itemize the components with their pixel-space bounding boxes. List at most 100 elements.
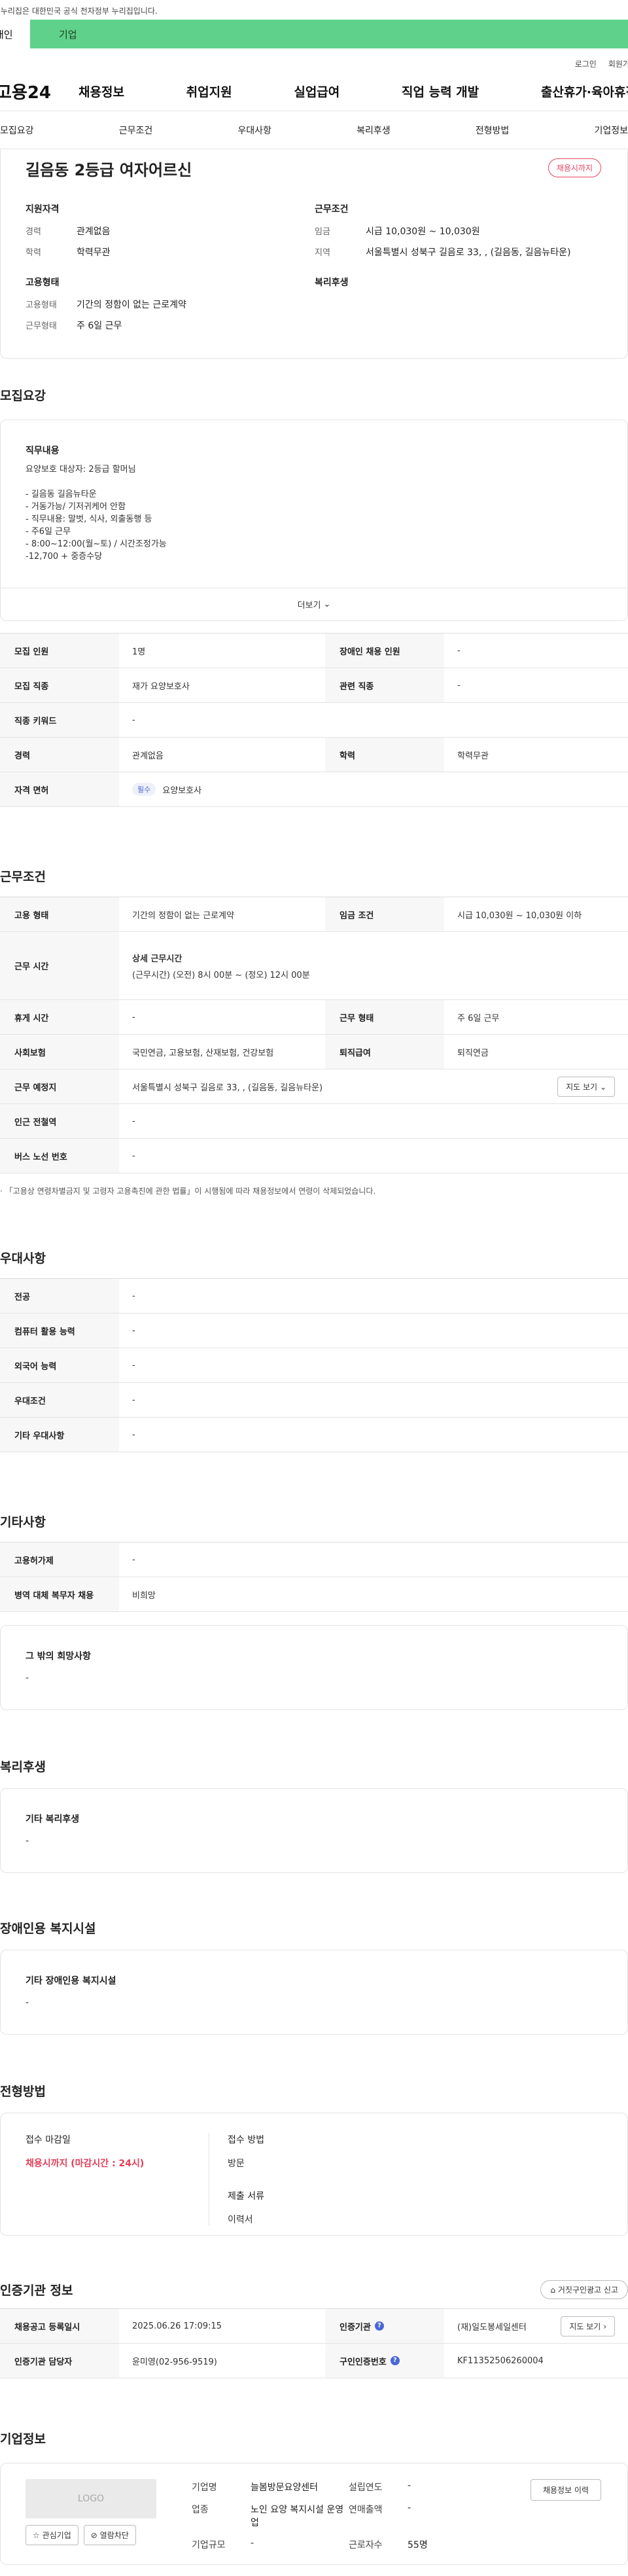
company-key: 기업명 [192, 2482, 217, 2493]
deadline-col: 접수 마감일 채용시까지 (마감시간 : 24시) [26, 2133, 209, 2226]
company-value: - [408, 2503, 411, 2513]
table-cell: 윤미영(02-956-9519) [132, 2357, 217, 2367]
table-row: 우대조건 - [0, 1383, 628, 1418]
login-link[interactable]: 로그인 [575, 58, 597, 69]
subnav-recruit[interactable]: 모집요강 [0, 124, 34, 137]
table-row: 전공 - [0, 1279, 628, 1314]
table-row: 직종 키워드 - [0, 703, 628, 738]
favorite-company-button[interactable]: ☆ 관심기업 [26, 2525, 78, 2545]
map-button[interactable]: 지도 보기 ⌄ [557, 1076, 615, 1097]
table-header-cell: 근무 예정지 [0, 1069, 119, 1103]
summary-left: 지원자격 경력 관계없음 학력 학력무관 고용형태 고용형태 기간의 정함이 없는 근… [26, 202, 315, 349]
agency-map-button[interactable]: 지도 보기 › [561, 2316, 615, 2336]
table-row: 버스 노선 번호 - [0, 1139, 628, 1173]
table-header-cell: 사회보험 [0, 1035, 119, 1069]
block-company-button[interactable]: ⊘ 열람차단 [83, 2525, 136, 2545]
summary-row: 학력 학력무관 [26, 245, 315, 259]
info-icon[interactable]: ? [374, 2321, 384, 2331]
chevron-down-icon: ⌄ [599, 1082, 606, 1092]
table-header-cell: 인근 전철역 [0, 1104, 119, 1138]
hours-value: (근무시간) (오전) 8시 00분 ~ (정오) 12시 00분 [132, 970, 310, 980]
table-row: 외국어 능력 - [0, 1348, 628, 1383]
facility-box-head: 기타 장애인용 복지시설 [26, 1976, 116, 1986]
subnav-conditions[interactable]: 근무조건 [119, 124, 153, 137]
agency-table: 채용공고 등록일시 2025.06.26 17:09:15 인증기관? (재)일… [0, 2308, 628, 2378]
deadline-head: 접수 마감일 [26, 2135, 71, 2145]
wish-box: 그 밖의 희망사항 - [0, 1625, 628, 1710]
license-value: 요양보호사 [162, 785, 202, 796]
job-line: - 직무내용: 말벗, 식사, 외출동행 등 [26, 514, 152, 524]
job-title: 길음동 2등급 여자어르신 [26, 161, 192, 179]
summary-key: 고용형태 [26, 300, 57, 310]
num-label: 구인인증번호 [340, 2357, 387, 2367]
gnb-item-jobs[interactable]: 채용정보 [78, 82, 124, 100]
table-header-cell: 퇴직급여 [325, 1035, 444, 1069]
summary-row: 지역 서울특별시 성북구 길음로 33, , (길음동, 길음뉴타운) [315, 245, 604, 259]
qualification-block: 지원자격 경력 관계없음 학력 학력무관 [26, 202, 315, 259]
table-cell: 재가 요양보호사 [132, 681, 190, 692]
table-cell: 2025.06.26 17:09:15 [132, 2321, 222, 2331]
gov-banner-text: 이 누리집은 대한민국 공식 전자정부 누리집입니다. [0, 7, 158, 16]
cell-value: 시급 10,030원 ~ 10,030원 이하 [457, 910, 582, 921]
qualification-head: 지원자격 [26, 204, 60, 215]
summary-key: 지역 [315, 248, 330, 258]
job-line: - 8:00~12:00(월~토) / 시간조정가능 [26, 539, 167, 549]
table-header-cell: 기타 우대사항 [0, 1418, 119, 1452]
job-history-button[interactable]: 채용정보 이력 [530, 2479, 601, 2501]
gnb-item-unemployment[interactable]: 실업급여 [294, 82, 340, 100]
site-logo[interactable]: 고용24 [0, 79, 78, 103]
table-cell: KF11352506260004 [444, 2344, 628, 2378]
info-icon[interactable]: ? [390, 2356, 400, 2365]
tab-company[interactable]: 기업 [30, 20, 628, 48]
method-value: 방문 [228, 2158, 245, 2169]
report-button[interactable]: ⌂ 거짓구인광고 신고 [540, 2280, 628, 2299]
subnav-welfare[interactable]: 복리후생 [357, 124, 391, 137]
table-header-cell: 경력 [0, 738, 119, 772]
job-history-label: 채용정보 이력 [542, 2486, 589, 2495]
table-row: 인근 전철역 - [0, 1104, 628, 1139]
preference-table: 전공 - 컴퓨터 활용 능력 - 외국어 능력 - 우대조건 - 기타 우대사항 - [0, 1278, 628, 1452]
job-line [26, 476, 602, 488]
table-header-cell: 학력 [325, 738, 444, 772]
docs-value: 이력서 [228, 2215, 253, 2225]
wish-head: 그 밖의 희망사항 [26, 1651, 91, 1662]
welfare-head: 복리후생 [315, 277, 349, 288]
tab-person[interactable]: 개인 [0, 20, 30, 48]
company-key: 기업규모 [192, 2540, 226, 2550]
conditions-block: 근무조건 임금 시급 10,030원 ~ 10,030원 지역 서울특별시 성북구 … [315, 202, 604, 259]
selection-title: 전형방법 [0, 2084, 46, 2099]
subnav-company[interactable]: 기업정보 [594, 124, 628, 137]
cell-value: 퇴직연금 [457, 1048, 489, 1058]
table-header-cell: 자격 면허 [0, 772, 119, 806]
table-cell: 시급 10,030원 ~ 10,030원 이하 [444, 897, 628, 931]
job-content-lines: 요양보호 대상자: 2등급 할머님 - 길음동 길음뉴타운 - 거동가능/ 기저… [26, 463, 602, 563]
job-content-box: 직무내용 요양보호 대상자: 2등급 할머님 - 길음동 길음뉴타운 - 거동가… [0, 420, 628, 621]
deadline-value: 채용시까지 (마감시간 : 24시) [26, 2158, 145, 2169]
selection-columns: 접수 마감일 채용시까지 (마감시간 : 24시) 접수 방법 방문 제출 서류… [26, 2133, 602, 2226]
star-icon: ☆ [33, 2531, 40, 2540]
table-header-cell: 고용허가제 [0, 1543, 119, 1577]
table-row: 모집 직종 재가 요양보호사 관련 직종 - [0, 668, 628, 703]
table-cell: 관계없음 [132, 751, 164, 761]
join-link[interactable]: 회원가입 [608, 58, 628, 69]
gnb-item-support[interactable]: 취업지원 [186, 82, 232, 100]
summary-right: 근무조건 임금 시급 10,030원 ~ 10,030원 지역 서울특별시 성북구 … [315, 202, 604, 349]
table-header-cell: 인증기관 담당자 [0, 2344, 119, 2378]
job-posting-page: 이 누리집은 대한민국 공식 전자정부 누리집입니다. 개인 기업 로그인 회원… [0, 0, 628, 2576]
subnav-selection[interactable]: 전형방법 [476, 124, 510, 137]
company-value: 55명 [408, 2540, 428, 2550]
table-cell: - [132, 1151, 135, 1161]
summary-value: 시급 10,030원 ~ 10,030원 [366, 226, 480, 237]
employment-head: 고용형태 [26, 277, 60, 288]
table-cell: - [444, 668, 628, 702]
other-table: 고용허가제 - 병역 대체 복무자 채용 비희망 [0, 1542, 628, 1612]
more-button[interactable]: 더보기 ⌄ [1, 588, 627, 620]
gnb-item-leave[interactable]: 출산휴가·육아휴직 [541, 82, 628, 100]
table-row: 고용 형태 기간의 정함이 없는 근로계약 임금 조건 시급 10,030원 ~… [0, 897, 628, 932]
company-actions: ☆ 관심기업 ⊘ 열람차단 [26, 2525, 156, 2545]
section-subnav: 모집요강 근무조건 우대사항 복리후생 전형방법 기업정보 [0, 111, 628, 149]
company-key: 근로자수 [349, 2540, 383, 2550]
subnav-preference[interactable]: 우대사항 [237, 124, 271, 137]
gnb-item-training[interactable]: 직업 능력 개발 [402, 82, 479, 100]
company-logo-placeholder: LOGO [26, 2479, 156, 2518]
